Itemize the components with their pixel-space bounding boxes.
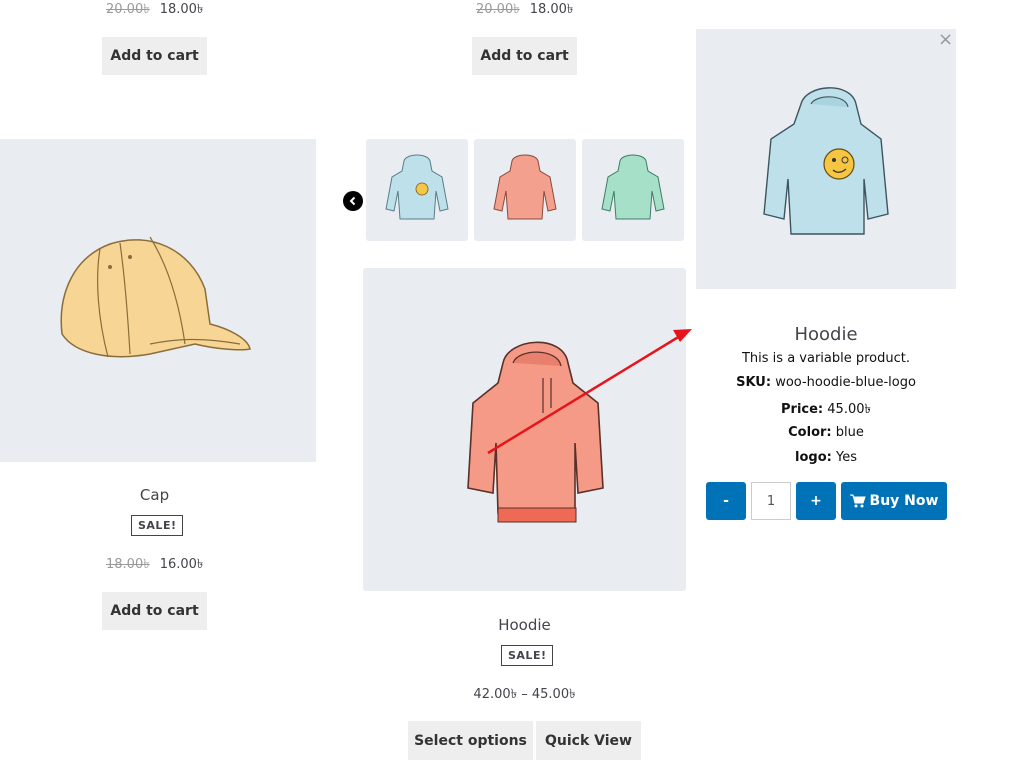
sale-price: 18.00৳ (529, 2, 574, 17)
quick-view-image (696, 29, 956, 289)
quick-view-color: Color: blue (696, 425, 956, 440)
old-price: 20.00৳ (106, 2, 150, 17)
increase-quantity-button[interactable]: + (796, 482, 836, 520)
blue-hoodie-illustration (763, 87, 889, 235)
decrease-quantity-button[interactable]: - (706, 482, 746, 520)
quick-view-price: Price: 45.00৳ (696, 400, 956, 421)
thumbnail-red-hoodie[interactable] (474, 139, 576, 241)
hoodie-image[interactable] (363, 268, 686, 591)
old-price: 20.00৳ (476, 2, 520, 17)
hoodie-title[interactable]: Hoodie (363, 616, 686, 634)
cap-illustration (60, 236, 251, 358)
add-to-cart-button[interactable]: Add to cart (472, 37, 577, 75)
quick-view-title: Hoodie (794, 324, 858, 345)
buy-now-label: Buy Now (869, 493, 939, 509)
price-value: 45.00৳ (827, 402, 871, 417)
sku-value: woo-hoodie-blue-logo (775, 375, 916, 390)
price-label: Price: (781, 402, 824, 417)
buy-now-button[interactable]: Buy Now (841, 482, 947, 520)
logo-value: Yes (835, 450, 857, 465)
logo-label: logo: (795, 450, 832, 465)
add-to-cart-button[interactable]: Add to cart (102, 592, 207, 630)
chevron-left-icon[interactable] (343, 191, 363, 211)
add-to-cart-button[interactable]: Add to cart (102, 37, 207, 75)
old-price: 18.00৳ (106, 557, 150, 572)
quick-view-description: This is a variable product. (741, 351, 911, 366)
close-icon[interactable]: × (938, 29, 953, 50)
sku-label: SKU: (736, 375, 772, 390)
sale-badge: SALE! (501, 645, 554, 666)
top-product-1-price: 20.00৳ 18.00৳ (106, 0, 203, 21)
sale-price: 16.00৳ (159, 557, 204, 572)
cart-icon (849, 494, 866, 508)
color-label: Color: (788, 425, 832, 440)
cap-price: 18.00৳ 16.00৳ (106, 555, 203, 576)
hoodie-price-range: 42.00৳ – 45.00৳ (473, 687, 576, 702)
thumbnail-green-hoodie[interactable] (582, 139, 684, 241)
quick-view-button[interactable]: Quick View (536, 721, 641, 760)
cap-image[interactable] (0, 139, 316, 462)
quick-view-logo: logo: Yes (696, 450, 956, 465)
top-product-2-price: 20.00৳ 18.00৳ (476, 0, 573, 21)
sale-badge: SALE! (131, 515, 184, 536)
sale-price: 18.00৳ (159, 2, 204, 17)
thumbnail-blue-hoodie[interactable] (366, 139, 468, 241)
color-value: blue (835, 425, 864, 440)
quantity-input[interactable] (751, 482, 791, 520)
cap-title[interactable]: Cap (0, 486, 309, 504)
quick-view-sku: SKU: woo-hoodie-blue-logo (696, 375, 956, 390)
select-options-button[interactable]: Select options (408, 721, 533, 760)
hoodie-illustration (467, 341, 604, 523)
